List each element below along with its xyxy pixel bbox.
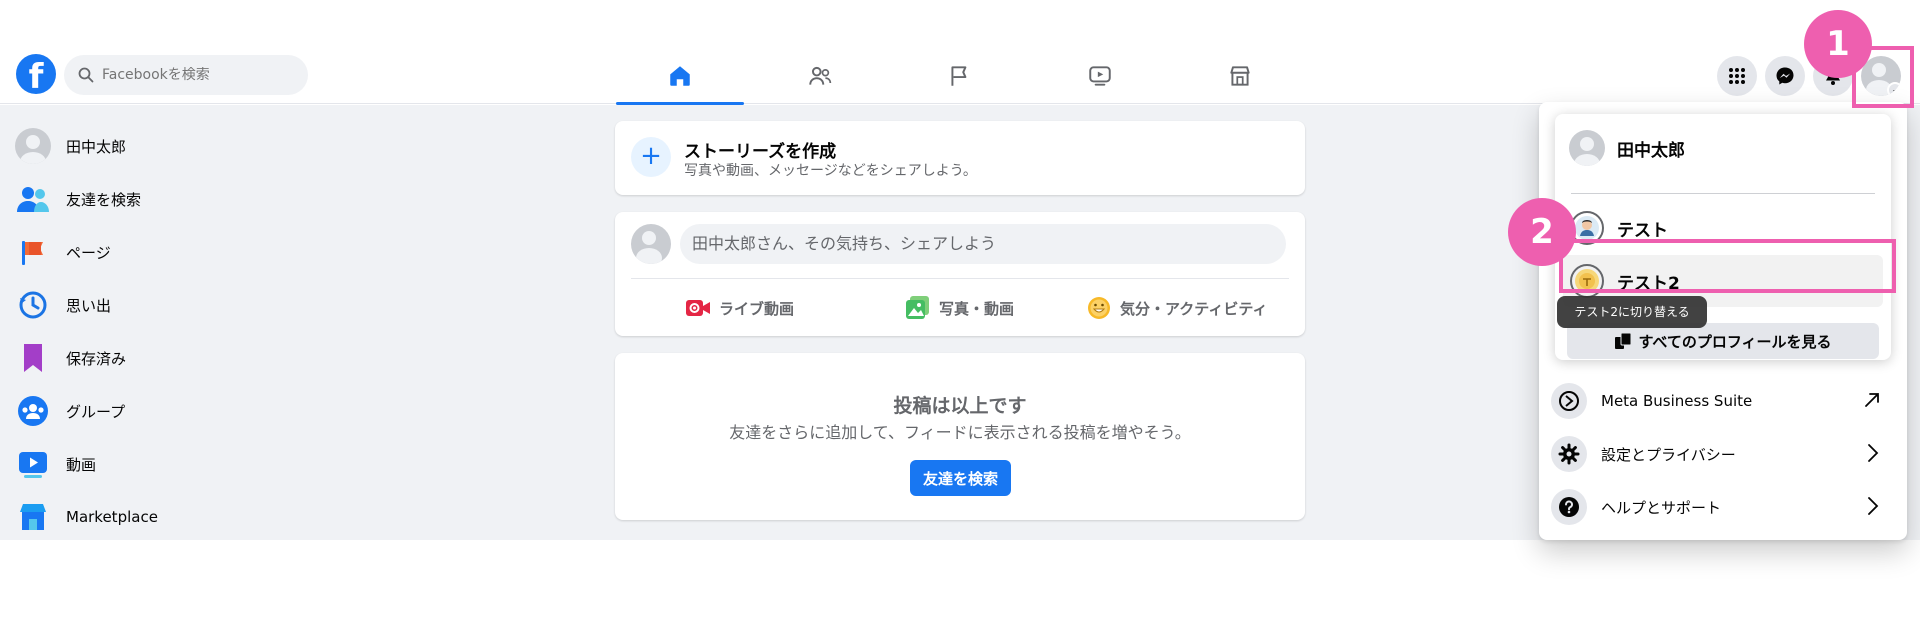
sidebar-item-saved[interactable]: 保存済み (14, 336, 126, 380)
profiles-icon (1615, 332, 1632, 349)
chevron-right-icon (1868, 444, 1879, 462)
photo-video-button[interactable]: 写真・動画 (905, 290, 1014, 326)
store-icon (20, 504, 46, 530)
flag-icon (951, 66, 967, 86)
avatar (1569, 130, 1605, 166)
facebook-logo-icon[interactable]: f (16, 54, 56, 94)
sidebar-item-label: 友達を検索 (66, 190, 142, 209)
live-video-icon (686, 300, 710, 316)
search-icon (78, 67, 94, 83)
sidebar-item-label: Marketplace (66, 508, 158, 526)
meta-business-icon (1559, 391, 1579, 411)
sidebar-item-label: グループ (66, 402, 126, 421)
memories-icon (19, 291, 47, 319)
watch-icon (1089, 66, 1111, 86)
tab-home[interactable] (616, 48, 744, 105)
menu-item-meta-business-suite[interactable]: Meta Business Suite (1551, 375, 1895, 427)
story-title: ストーリーズを作成 (684, 142, 837, 162)
flag-icon (22, 241, 43, 265)
sidebar-item-label: 田中太郎 (66, 137, 127, 156)
search-input[interactable] (102, 67, 292, 83)
tab-watch[interactable] (1036, 48, 1164, 104)
search-box[interactable] (64, 55, 308, 95)
marketplace-icon (1230, 66, 1250, 86)
menu-button[interactable] (1717, 56, 1757, 96)
feed-end-title: 投稿は以上です (893, 395, 1027, 417)
menu-item-label: Meta Business Suite (1601, 392, 1753, 410)
see-all-profiles-button[interactable]: すべてのプロフィールを見る (1567, 323, 1879, 359)
home-icon (670, 66, 690, 86)
button-label: すべてのプロフィールを見る (1638, 332, 1832, 351)
feed-end-card: 投稿は以上です 友達をさらに追加して、フィードに表示される投稿を増やそう。 友達… (615, 353, 1305, 520)
annotation-step-2: 2 (1508, 198, 1576, 266)
friends-icon (17, 187, 49, 212)
create-story-card[interactable]: + ストーリーズを作成 写真や動画、メッセージなどをシェアしよう。 (615, 121, 1305, 195)
tab-pages[interactable] (896, 48, 1024, 104)
tab-friends[interactable] (756, 48, 884, 104)
composer-input[interactable]: 田中太郎さん、その気持ち、シェアしよう (680, 224, 1286, 264)
divider (1571, 193, 1875, 194)
sidebar-item-pages[interactable]: ページ (14, 230, 111, 274)
post-composer: 田中太郎さん、その気持ち、シェアしよう ライブ動画 写真・動画 気分・アクティビ… (615, 212, 1305, 336)
external-link-icon (1865, 393, 1879, 407)
messenger-button[interactable] (1765, 56, 1805, 96)
help-icon (1559, 497, 1579, 517)
sidebar-item-memories[interactable]: 思い出 (14, 283, 111, 327)
story-subtitle: 写真や動画、メッセージなどをシェアしよう。 (684, 163, 977, 179)
action-label: 気分・アクティビティ (1120, 299, 1268, 318)
bookmark-icon (24, 344, 42, 372)
menu-grid-icon (1729, 68, 1745, 84)
sidebar-item-marketplace[interactable]: Marketplace (14, 495, 158, 539)
action-label: 写真・動画 (939, 299, 1015, 318)
menu-item-label: ヘルプとサポート (1601, 498, 1722, 517)
profile-name: テスト (1617, 220, 1668, 241)
switch-profile-tooltip: テスト2に切り替える (1557, 296, 1707, 328)
friends-icon (809, 66, 832, 85)
feeling-activity-button[interactable]: 気分・アクティビティ (1086, 290, 1267, 326)
profile-item-main[interactable]: 田中太郎 (1563, 122, 1883, 174)
sidebar-item-label: ページ (66, 243, 111, 262)
sidebar-item-label: 動画 (66, 455, 97, 474)
groups-icon (18, 396, 48, 426)
sidebar-item-video[interactable]: 動画 (14, 442, 96, 486)
chevron-right-icon (1868, 497, 1879, 515)
avatar (631, 224, 671, 264)
messenger-icon (1776, 67, 1794, 85)
gear-icon (1558, 443, 1580, 465)
sidebar-item-label: 思い出 (66, 296, 112, 315)
profile-name: 田中太郎 (1617, 140, 1685, 161)
avatar (15, 128, 51, 164)
action-label: ライブ動画 (719, 299, 795, 318)
video-icon (19, 452, 47, 478)
annotation-step-1: 1 (1804, 10, 1872, 78)
sidebar-item-label: 保存済み (66, 349, 127, 368)
menu-item-settings-privacy[interactable]: 設定とプライバシー (1551, 428, 1895, 480)
screenshot: f ⌄ (0, 0, 1920, 640)
photo-icon (906, 296, 929, 319)
plus-icon: + (631, 137, 671, 177)
feed-end-subtitle: 友達をさらに追加して、フィードに表示される投稿を増やそう。 (729, 423, 1191, 442)
annotation-highlight-box-2 (1559, 239, 1896, 293)
top-navigation-bar: f ⌄ (0, 48, 1920, 105)
menu-item-help-support[interactable]: ヘルプとサポート (1551, 481, 1895, 533)
sidebar-item-find-friends[interactable]: 友達を検索 (14, 177, 141, 221)
sidebar-item-profile[interactable]: 田中太郎 (14, 124, 126, 168)
tab-marketplace[interactable] (1176, 48, 1304, 104)
live-video-button[interactable]: ライブ動画 (685, 290, 794, 326)
feeling-icon (1088, 297, 1110, 319)
find-friends-button[interactable]: 友達を検索 (910, 460, 1011, 496)
menu-item-label: 設定とプライバシー (1601, 445, 1736, 464)
sidebar-item-groups[interactable]: グループ (14, 389, 125, 433)
divider (631, 278, 1289, 279)
